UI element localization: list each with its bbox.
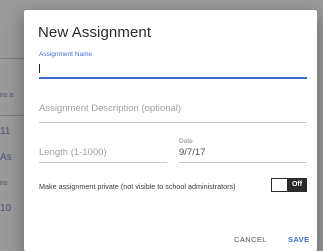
save-button[interactable]: SAVE — [288, 235, 309, 244]
background-text: As — [0, 152, 12, 163]
toggle-knob: Off — [287, 178, 307, 192]
assignment-name-label: Assignment Name — [39, 51, 93, 58]
background-text: ns a — [0, 92, 14, 99]
date-underline — [179, 162, 307, 163]
background-text: ns — [0, 180, 8, 187]
cancel-button[interactable]: CANCEL — [234, 235, 267, 244]
date-value: 9/7/17 — [179, 147, 206, 158]
private-toggle-label: Make assignment private (not visible to … — [39, 182, 236, 191]
background-text: 10 — [0, 203, 12, 214]
private-toggle[interactable]: Off — [271, 178, 307, 192]
length-underline — [39, 162, 167, 163]
assignment-description-placeholder: Assignment Description (optional) — [39, 103, 182, 114]
assignment-description-underline — [39, 122, 307, 123]
text-cursor — [39, 64, 40, 73]
length-placeholder: Length (1-1000) — [39, 147, 107, 158]
assignment-description-input[interactable]: Assignment Description (optional) — [39, 100, 307, 122]
length-input[interactable]: Length (1-1000) — [39, 142, 167, 162]
dialog-title: New Assignment — [38, 24, 152, 41]
date-label: Date — [179, 138, 193, 145]
background-text: 11 — [0, 126, 11, 137]
new-assignment-dialog: New Assignment Assignment Name Assignmen… — [24, 10, 317, 251]
assignment-name-underline — [39, 77, 307, 79]
date-input[interactable]: 9/7/17 — [179, 145, 307, 162]
